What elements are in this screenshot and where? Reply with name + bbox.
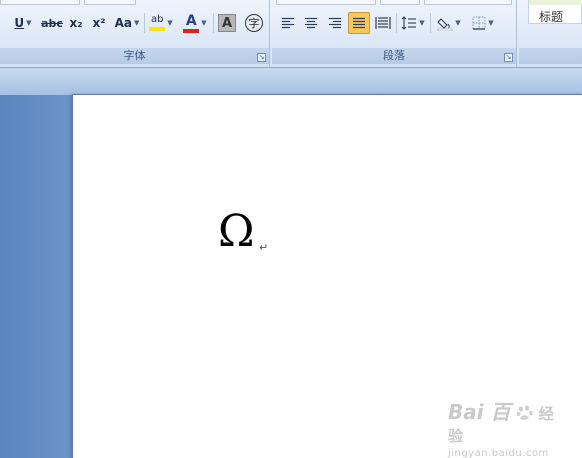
enclose-characters-button[interactable]: 字: [243, 12, 265, 34]
change-case-button[interactable]: Aa ▼: [112, 12, 142, 34]
chevron-down-icon[interactable]: ▼: [488, 19, 493, 27]
watermark-logo: Bai 百: [448, 400, 511, 424]
shading-button[interactable]: ▼: [434, 12, 464, 34]
chevron-down-icon[interactable]: ▼: [201, 19, 206, 27]
font-group-label: 字体: [0, 48, 269, 64]
align-center-icon: [305, 17, 317, 29]
style-name: 标题: [539, 10, 564, 24]
chevron-down-icon[interactable]: ▼: [26, 19, 31, 27]
chevron-down-icon[interactable]: ▼: [455, 19, 460, 27]
paragraph-dialog-launcher-icon[interactable]: ↘: [504, 53, 513, 62]
font-color-button[interactable]: A ▼: [180, 12, 210, 34]
list-buttons-edge: [276, 0, 376, 5]
watermark: Bai 百 经验 jingyan.baidu.com: [448, 396, 558, 458]
paragraph-group: ▼ ▼ ▼ 段落 ↘: [272, 0, 517, 67]
workspace-gradient-band: [0, 68, 582, 95]
line-spacing-button[interactable]: ▼: [398, 12, 428, 34]
highlight-button[interactable]: ab ▼: [146, 12, 176, 34]
omega-symbol[interactable]: Ω: [218, 207, 254, 257]
font-group: U ▼ abc x₂ x² Aa ▼ ab ▼ A ▼ A 字 字体 ↘: [0, 0, 270, 67]
sort-buttons-edge: [424, 0, 512, 5]
highlighter-icon: [149, 27, 166, 31]
paint-bucket-icon: [437, 17, 453, 31]
separator: [430, 13, 431, 33]
align-center-button[interactable]: [300, 12, 322, 34]
paragraph-mark: ↵: [259, 241, 269, 254]
font-size-box-edge[interactable]: [84, 0, 136, 5]
superscript-button[interactable]: x²: [88, 12, 110, 34]
justify-icon: [353, 17, 365, 29]
font-name-box-edge[interactable]: [0, 0, 80, 5]
chevron-down-icon[interactable]: ▼: [167, 19, 172, 27]
paw-icon: [516, 405, 533, 420]
align-right-icon: [329, 17, 341, 29]
styles-group-label: [519, 48, 582, 64]
watermark-url: jingyan.baidu.com: [448, 448, 549, 458]
separator: [144, 13, 145, 33]
chevron-down-icon[interactable]: ▼: [419, 19, 424, 27]
font-dialog-launcher-icon[interactable]: ↘: [257, 53, 266, 62]
justify-button[interactable]: [348, 12, 370, 34]
separator: [213, 13, 214, 33]
align-left-icon: [282, 17, 294, 29]
line-spacing-icon: [401, 16, 417, 30]
ribbon: U ▼ abc x₂ x² Aa ▼ ab ▼ A ▼ A 字 字体 ↘ ▼ ▼…: [0, 0, 582, 68]
character-shading-button[interactable]: A: [217, 12, 237, 34]
indent-buttons-edge: [380, 0, 420, 5]
distributed-icon: [375, 17, 391, 29]
chevron-down-icon[interactable]: ▼: [134, 19, 139, 27]
style-gallery-item[interactable]: 标题: [528, 0, 582, 24]
subscript-button[interactable]: x₂: [66, 12, 86, 34]
font-color-bar-icon: [183, 28, 200, 33]
borders-icon: [472, 16, 486, 30]
align-left-button[interactable]: [278, 12, 298, 34]
paragraph-group-label: 段落: [272, 48, 516, 64]
borders-button[interactable]: ▼: [468, 12, 498, 34]
strikethrough-button[interactable]: abc: [40, 12, 64, 34]
underline-button[interactable]: U ▼: [6, 12, 40, 34]
separator: [396, 13, 397, 33]
style-gallery-strip: [529, 0, 582, 5]
distributed-button[interactable]: [372, 12, 394, 34]
align-right-button[interactable]: [324, 12, 346, 34]
